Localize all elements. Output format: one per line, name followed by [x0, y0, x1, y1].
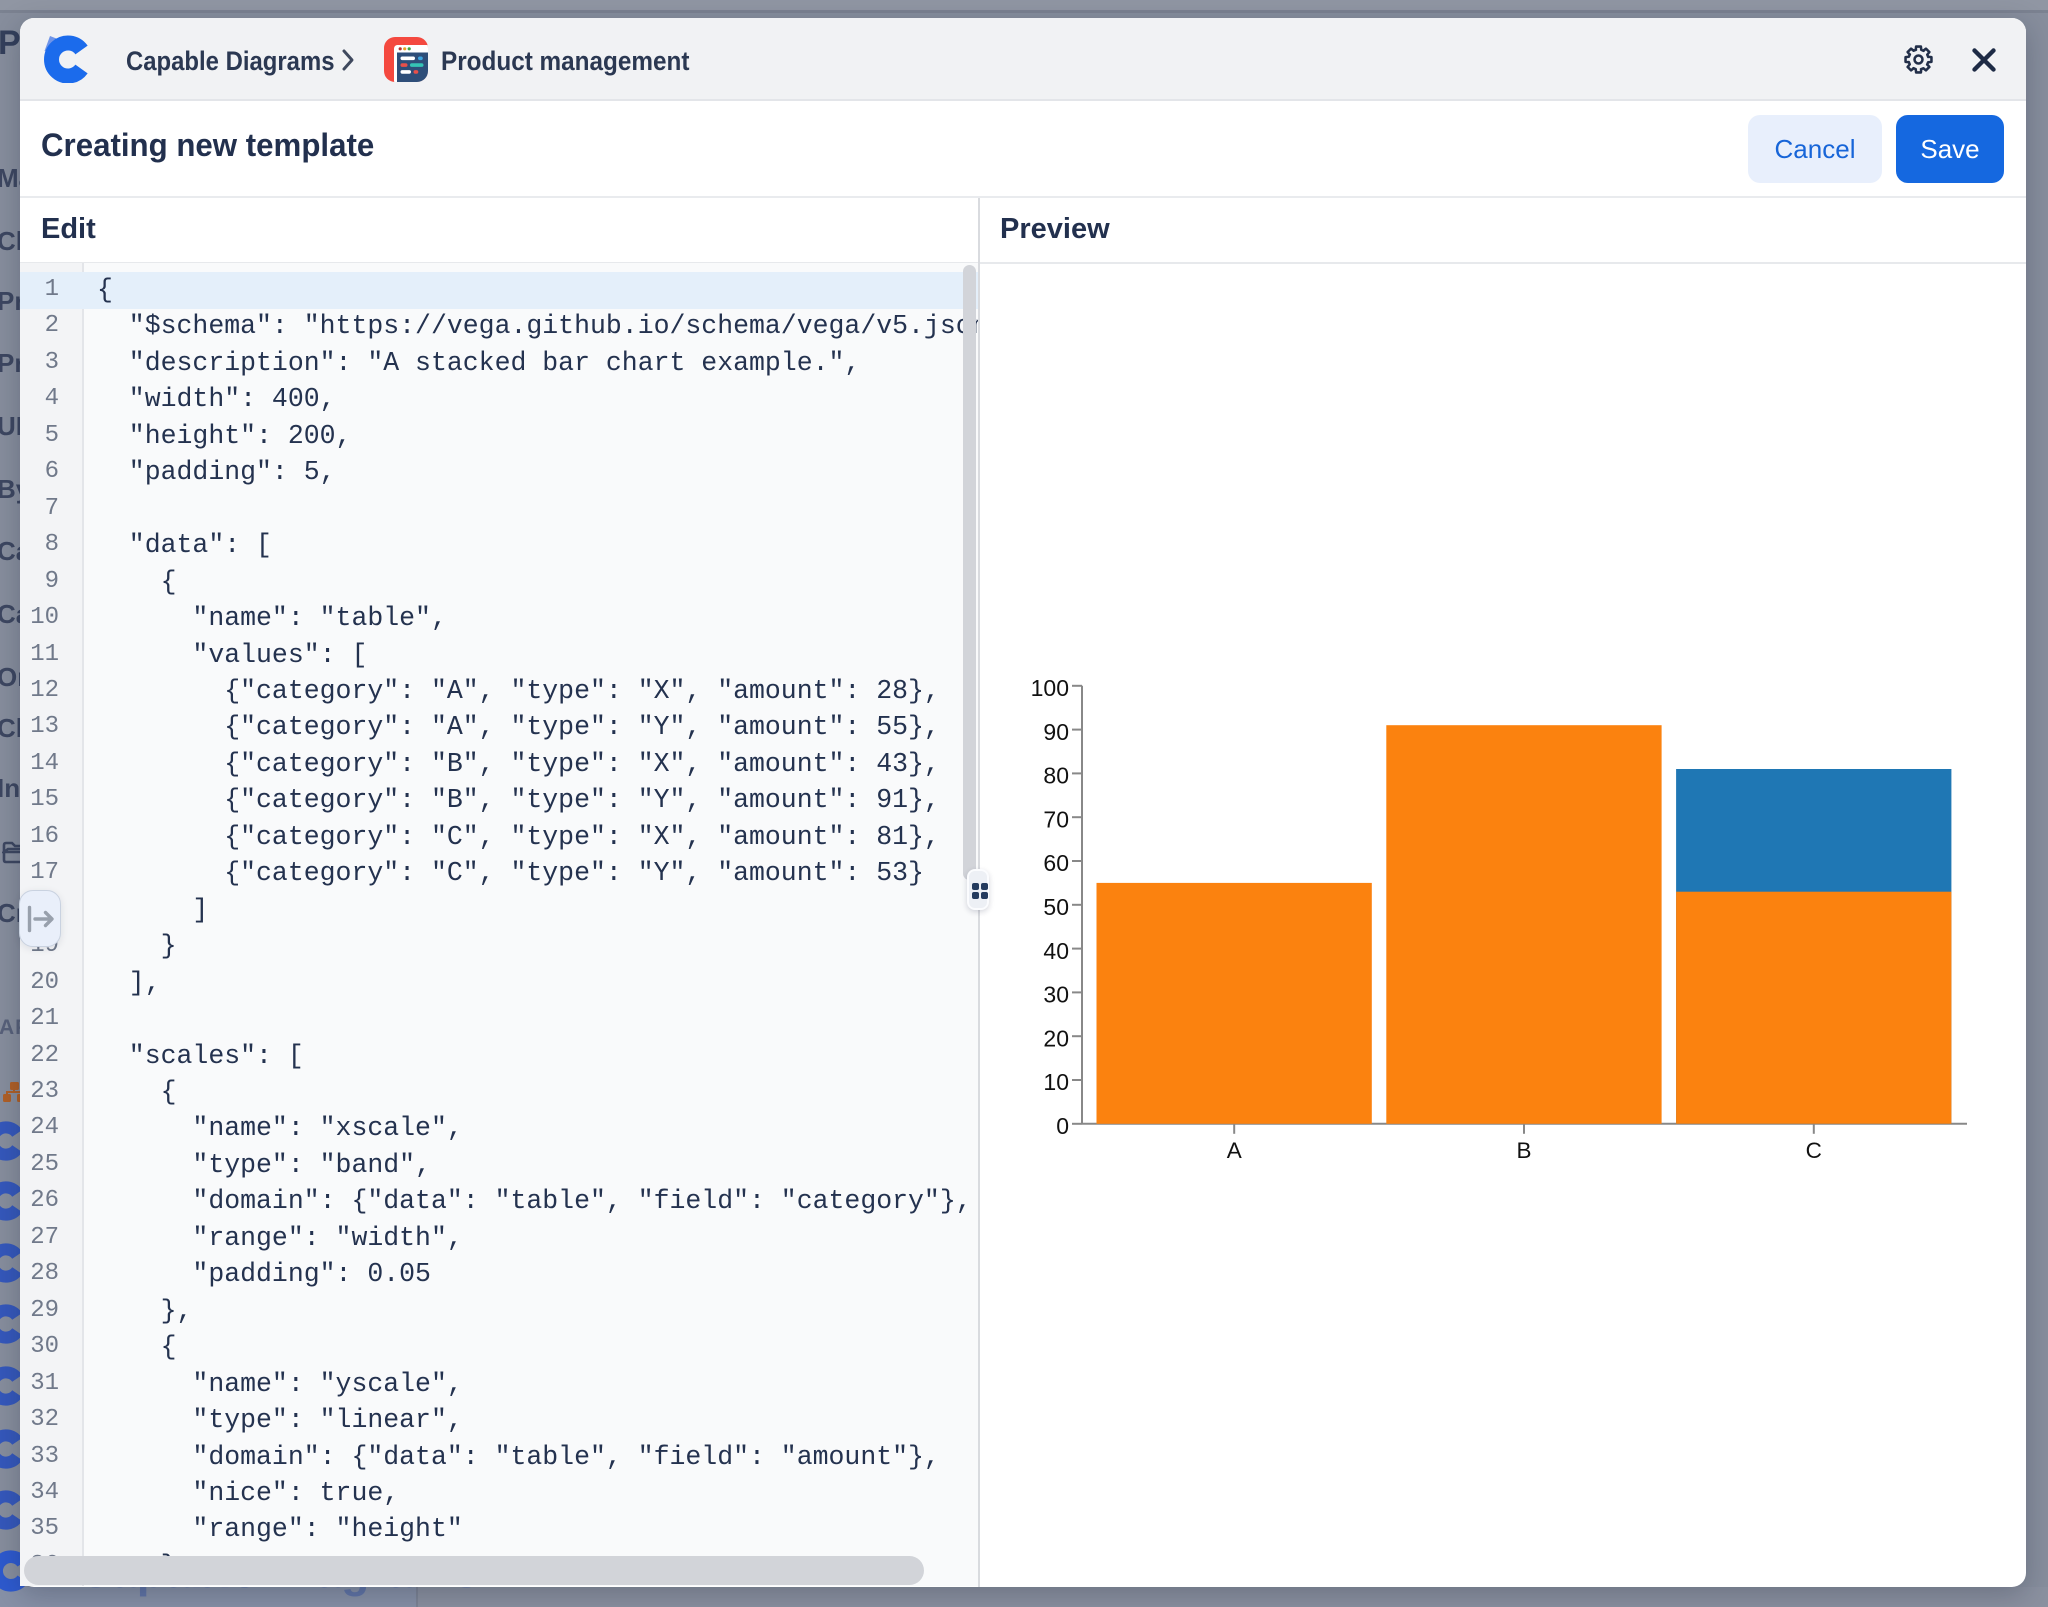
svg-text:40: 40 [1043, 938, 1069, 964]
svg-text:30: 30 [1043, 982, 1069, 1008]
svg-text:10: 10 [1043, 1069, 1069, 1095]
svg-text:B: B [1516, 1138, 1531, 1163]
svg-text:C: C [1806, 1138, 1822, 1163]
svg-text:50: 50 [1043, 894, 1069, 920]
svg-text:60: 60 [1043, 850, 1069, 876]
svg-text:80: 80 [1043, 763, 1069, 789]
svg-text:20: 20 [1043, 1025, 1069, 1051]
svg-text:100: 100 [1031, 675, 1069, 701]
svg-text:0: 0 [1056, 1113, 1069, 1139]
svg-text:70: 70 [1043, 806, 1069, 832]
svg-text:A: A [1227, 1138, 1242, 1163]
svg-text:90: 90 [1043, 719, 1069, 745]
